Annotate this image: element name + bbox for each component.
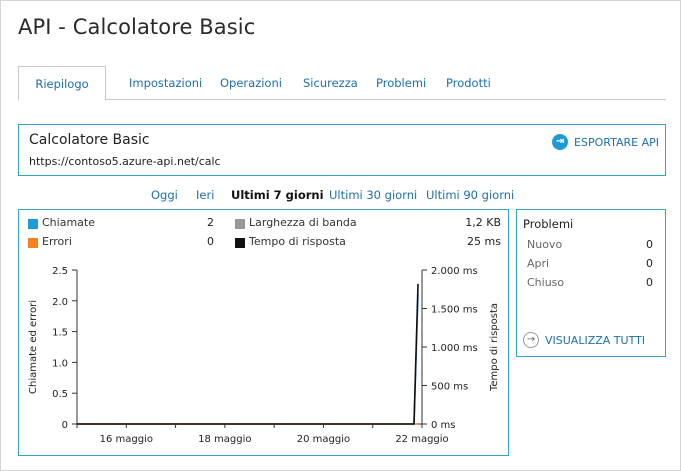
usage-chart: 0 0.5 1.0 1.5 2.0 2.5 0 ms 500 ms 1.000 ms 1.500 …	[28, 266, 500, 445]
range-ultimi-7-giorni[interactable]: Ultimi 7 giorni	[231, 188, 324, 202]
left-axis-tick-label: 2.5	[52, 266, 68, 277]
range-ieri[interactable]: Ieri	[196, 188, 214, 202]
right-axis-tick-label: 1.500 ms	[431, 305, 478, 316]
problems-value-chiuso: 0	[646, 276, 653, 289]
left-axis-tick-label: 0	[62, 420, 68, 431]
problems-label-nuovo: Nuovo	[527, 238, 563, 251]
tab-bar: Riepilogo Impostazioni Operazioni Sicure…	[18, 66, 666, 101]
arrow-right-icon: →	[523, 332, 539, 348]
api-url: https://contoso5.azure-api.net/calc	[29, 155, 221, 168]
view-all-button[interactable]: → VISUALIZZA TUTTI	[523, 331, 645, 349]
page: API - Calcolatore Basic Riepilogo Impost…	[0, 0, 681, 471]
view-all-label: VISUALIZZA TUTTI	[545, 333, 646, 347]
series-line-chiamate	[77, 294, 419, 425]
x-axis-tick-label: 22 maggio	[395, 434, 448, 445]
right-axis-tick-label: 2.000 ms	[431, 266, 478, 277]
export-api-button[interactable]: ⇥ ESPORTARE API	[552, 133, 659, 151]
page-title: API - Calcolatore Basic	[18, 15, 256, 39]
range-oggi[interactable]: Oggi	[151, 188, 178, 202]
tab-prodotti[interactable]: Prodotti	[446, 66, 491, 100]
right-axis-tick-label: 1.000 ms	[431, 343, 478, 354]
right-axis-title: Tempo di risposta	[489, 303, 500, 392]
problems-title: Problemi	[523, 217, 574, 231]
tab-problemi[interactable]: Problemi	[376, 66, 426, 100]
tab-impostazioni[interactable]: Impostazioni	[129, 66, 202, 100]
range-ultimi-30-giorni[interactable]: Ultimi 30 giorni	[329, 188, 417, 202]
right-axis-tick-label: 500 ms	[431, 382, 468, 393]
export-api-label: ESPORTARE API	[574, 135, 659, 149]
tab-riepilogo[interactable]: Riepilogo	[18, 66, 106, 101]
usage-chart-panel: Chiamate 2 Errori 0 Larghezza di banda 1…	[18, 209, 509, 456]
problems-value-nuovo: 0	[646, 238, 653, 251]
left-axis-tick-label: 1.0	[52, 358, 68, 369]
left-axis-tick-label: 0.5	[52, 389, 68, 400]
left-axis-tick-label: 2.0	[52, 297, 68, 308]
api-name: Calcolatore Basic	[29, 132, 150, 148]
tab-operazioni[interactable]: Operazioni	[220, 66, 282, 100]
x-axis-tick-label: 20 maggio	[297, 434, 350, 445]
left-axis-tick-label: 1.5	[52, 328, 68, 339]
problems-label-apri: Apri	[527, 257, 550, 270]
right-axis-tick-label: 0 ms	[431, 420, 456, 431]
series-line-tempo-di-risposta	[77, 283, 419, 425]
range-ultimi-90-giorni[interactable]: Ultimi 90 giorni	[426, 188, 514, 202]
problems-panel: Problemi Nuovo 0 Apri 0 Chiuso 0 → VISUA…	[516, 209, 666, 357]
left-axis-title: Chiamate ed errori	[28, 300, 39, 394]
problems-value-apri: 0	[646, 257, 653, 270]
tab-sicurezza[interactable]: Sicurezza	[303, 66, 358, 100]
x-axis-tick-label: 16 maggio	[100, 434, 153, 445]
export-icon: ⇥	[552, 134, 569, 150]
problems-label-chiuso: Chiuso	[527, 276, 565, 289]
api-info-panel: Calcolatore Basic https://contoso5.azure…	[18, 124, 666, 176]
x-axis-tick-label: 18 maggio	[198, 434, 251, 445]
